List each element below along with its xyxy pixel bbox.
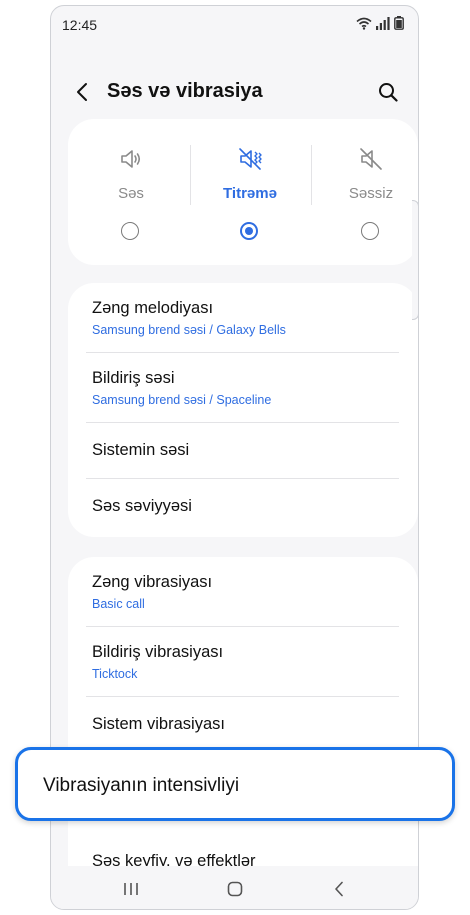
mute-icon (360, 148, 382, 170)
list-item-system-vibration[interactable]: Sistem vibrasiyası (86, 697, 418, 753)
item-title: Bildiriş vibrasiyası (92, 643, 224, 661)
list-item-call-vibration[interactable]: Zəng vibrasiyası Basic call (86, 557, 418, 627)
mode-divider (311, 145, 312, 205)
sound-settings-card: Zəng melodiyası Samsung brend səsi / Gal… (68, 283, 418, 537)
home-icon (227, 881, 243, 897)
item-title: Sistem vibrasiyası (92, 715, 225, 733)
list-item-ringtone[interactable]: Zəng melodiyası Samsung brend səsi / Gal… (86, 283, 418, 353)
item-subtitle: Ticktock (92, 667, 138, 681)
item-subtitle: Samsung brend səsi / Spaceline (92, 393, 272, 407)
sound-mode-sound[interactable]: Səs (73, 119, 189, 265)
sound-mode-card: Səs Titrəmə Səssiz (68, 119, 418, 265)
navigation-bar (51, 866, 418, 909)
status-icons (356, 16, 404, 30)
vibrate-mode-radio[interactable] (240, 222, 258, 240)
mute-mode-radio[interactable] (361, 222, 379, 240)
search-button[interactable] (374, 78, 402, 106)
recent-apps-button[interactable] (119, 878, 143, 900)
sound-mode-vibrate[interactable]: Titrəmə (192, 119, 308, 265)
list-item-system-sound[interactable]: Sistemin səsi (86, 423, 418, 479)
sound-mode-radio[interactable] (121, 222, 139, 240)
vibrate-mode-label: Titrəmə (223, 185, 277, 202)
recent-apps-icon (124, 883, 138, 895)
item-title: Zəng melodiyası (92, 299, 214, 317)
chevron-left-icon (77, 83, 87, 101)
side-button (412, 200, 419, 320)
nav-back-button[interactable] (327, 878, 351, 900)
nav-back-icon (335, 881, 343, 897)
speaker-icon (121, 150, 141, 168)
item-subtitle: Samsung brend səsi / Galaxy Bells (92, 323, 286, 337)
item-title: Vibrasiyanın intensivliyi (43, 775, 240, 796)
sound-mode-label: Səs (118, 185, 144, 202)
wifi-icon (356, 17, 372, 30)
list-item-notification-sound[interactable]: Bildiriş səsi Samsung brend səsi / Space… (86, 353, 418, 423)
mode-divider (190, 145, 191, 205)
signal-icon (376, 16, 390, 30)
vibration-intensity-item[interactable]: Vibrasiyanın intensivliyi (15, 747, 455, 821)
item-title: Bildiriş səsi (92, 369, 175, 387)
list-item-notification-vibration[interactable]: Bildiriş vibrasiyası Ticktock (86, 627, 418, 697)
back-button[interactable] (69, 79, 95, 105)
item-subtitle: Basic call (92, 597, 145, 611)
battery-icon (394, 16, 404, 30)
app-header: Səs və vibrasiya (51, 66, 418, 118)
page-title: Səs və vibrasiya (107, 80, 263, 102)
mute-mode-label: Səssiz (348, 185, 394, 202)
home-button[interactable] (223, 878, 247, 900)
search-icon (379, 83, 398, 102)
item-title: Səs səviyyəsi (92, 497, 192, 515)
status-time: 12:45 (62, 17, 98, 33)
vibrate-icon (239, 148, 262, 170)
sound-mode-mute[interactable]: Səssiz (313, 119, 418, 265)
status-bar: 12:45 (51, 6, 418, 44)
list-item-volume[interactable]: Səs səviyyəsi (86, 479, 418, 537)
item-title: Zəng vibrasiyası (92, 573, 213, 591)
item-title: Sistemin səsi (92, 441, 190, 459)
